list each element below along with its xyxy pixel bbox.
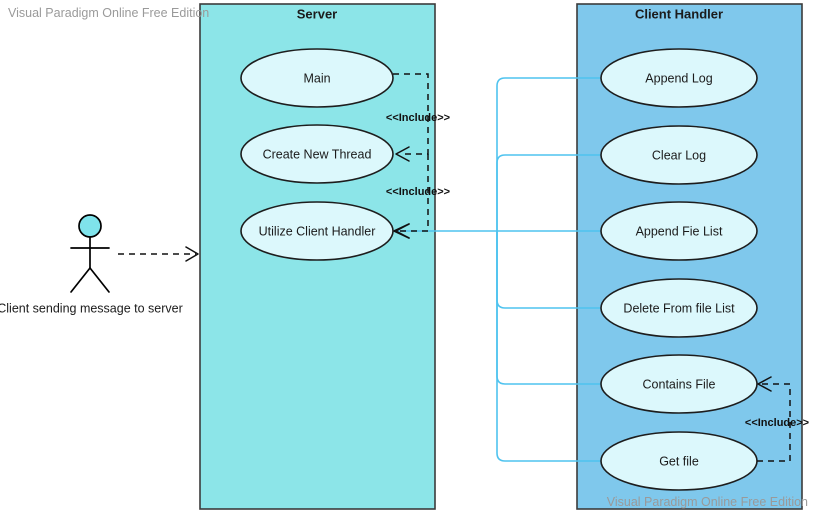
actor-head-icon <box>78 214 102 238</box>
use-case-append_fie_list[interactable]: Append Fie List <box>600 201 758 261</box>
watermark-top-left: Visual Paradigm Online Free Edition <box>8 6 209 20</box>
use-case-label-create_new_thread: Create New Thread <box>263 147 372 161</box>
use-case-contains_file[interactable]: Contains File <box>600 354 758 414</box>
use-case-diagram: Server Client Handler Main Create New Thre… <box>0 0 814 513</box>
package-title-server: Server <box>297 6 337 21</box>
relationship-actor-to-server[interactable] <box>118 246 199 262</box>
use-case-label-utilize_client_handler: Utilize Client Handler <box>259 224 376 238</box>
include-main-utilize: <<Include>> <box>386 186 450 198</box>
use-case-create_new_thread[interactable]: Create New Thread <box>240 124 394 184</box>
use-case-append_log[interactable]: Append Log <box>600 48 758 108</box>
actor-leg-left-icon <box>70 267 91 293</box>
watermark-bottom-right: Visual Paradigm Online Free Edition <box>607 495 808 509</box>
use-case-label-clear_log: Clear Log <box>652 148 706 162</box>
use-case-label-delete_from_file_list: Delete From file List <box>623 301 735 315</box>
actor-client[interactable]: Client sending message to server <box>0 214 183 315</box>
use-case-label-contains_file: Contains File <box>643 377 716 391</box>
use-case-main[interactable]: Main <box>240 48 394 108</box>
use-case-label-main: Main <box>303 71 330 85</box>
include-getfile-contains: <<Include>> <box>745 417 809 429</box>
use-case-get_file[interactable]: Get file <box>600 431 758 491</box>
use-case-label-append_log: Append Log <box>645 71 712 85</box>
use-case-label-get_file: Get file <box>659 454 699 468</box>
use-case-delete_from_file_list[interactable]: Delete From file List <box>600 278 758 338</box>
include-main-create-thread: <<Include>> <box>386 112 450 124</box>
use-case-clear_log[interactable]: Clear Log <box>600 125 758 185</box>
use-case-utilize_client_handler[interactable]: Utilize Client Handler <box>240 201 394 261</box>
actor-label: Client sending message to server <box>0 301 183 315</box>
use-case-label-append_fie_list: Append Fie List <box>636 224 723 238</box>
package-title-client_handler: Client Handler <box>635 6 723 21</box>
actor-leg-right-icon <box>89 267 110 293</box>
actor-layer: Client sending message to server <box>0 214 183 315</box>
diagram-canvas: Server Client Handler Main Create New Thre… <box>0 3 809 510</box>
